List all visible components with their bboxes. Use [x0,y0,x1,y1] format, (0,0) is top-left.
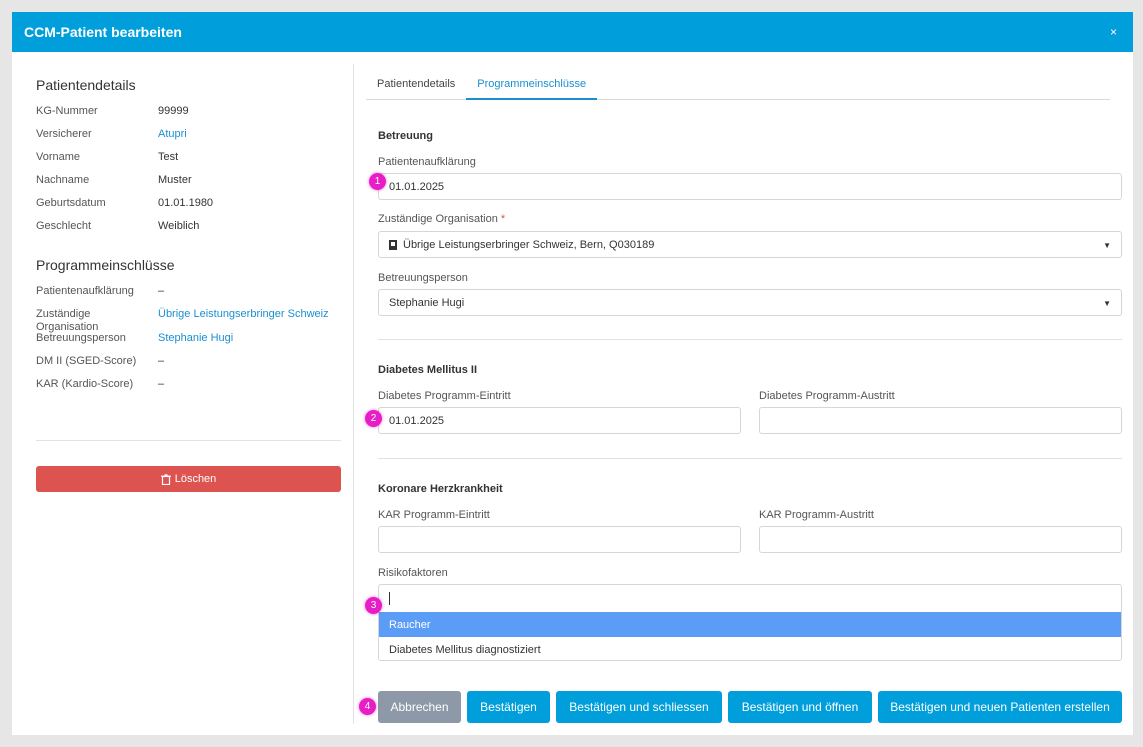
program-row: DM II (SGED-Score) – [36,355,341,368]
detail-value: 99999 [158,105,189,117]
column-divider [353,64,354,724]
detail-row: Versicherer Atupri [36,128,341,141]
dm-exit-label: Diabetes Programm-Austritt [759,390,895,402]
risk-option-diabetes[interactable]: Diabetes Mellitus diagnostiziert [379,637,1121,660]
program-row: KAR (Kardio-Score) – [36,378,341,391]
annotation-marker: 1 [369,173,386,190]
aufklaerung-value: 01.01.2025 [389,180,445,193]
detail-key: Vorname [36,151,81,163]
cancel-button[interactable]: Abbrechen [378,691,461,723]
caregiver-select[interactable]: Stephanie Hugi ▼ [378,289,1122,316]
tab-bar: Patientendetails Programmeinschlüsse [366,64,1110,100]
chevron-down-icon: ▼ [1103,299,1111,308]
risk-search-input[interactable] [379,585,1121,612]
confirm-button[interactable]: Bestätigen [467,691,550,723]
program-key: Patientenaufklärung [36,285,134,297]
organisation-link[interactable]: Übrige Leistungserbringer Schweiz [158,308,341,334]
patient-details-list: KG-Nummer 99999 Versicherer Atupri Vorname… [36,105,341,233]
dm-exit-date-input[interactable] [759,407,1122,434]
risk-option-raucher[interactable]: Raucher [379,612,1121,637]
text-cursor [389,592,390,605]
insurer-link[interactable]: Atupri [158,128,341,141]
building-icon [389,239,397,250]
detail-key: Nachname [36,174,90,186]
betreuung-title: Betreuung [378,130,433,142]
patient-details-title: Patientendetails [36,77,136,93]
program-row: Patientenaufklärung – [36,285,341,298]
modal-header: CCM-Patient bearbeiten × [12,12,1133,52]
detail-value: 01.01.1980 [158,197,214,209]
program-row: Zuständige Organisation Übrige Leistungse… [36,308,341,334]
detail-row: Geschlecht Weiblich [36,220,341,233]
program-value: – [158,355,165,367]
program-key: DM II (SGED-Score) [36,355,137,367]
program-value: – [158,285,165,297]
detail-value: Weiblich [158,220,200,232]
kar-exit-label: KAR Programm-Austritt [759,509,874,521]
risk-label: Risikofaktoren [378,567,448,579]
annotation-marker: 2 [365,410,382,427]
caregiver-value: Stephanie Hugi [389,296,465,309]
detail-row: Nachname Muster [36,174,341,187]
detail-key: Versicherer [36,128,92,140]
edit-patient-modal: CCM-Patient bearbeiten × Patientendetail… [12,12,1133,735]
program-key: Zuständige Organisation [36,308,99,333]
close-icon[interactable]: × [1106,25,1121,39]
program-key: KAR (Kardio-Score) [36,378,134,390]
organisation-label: Zuständige Organisation * [378,213,506,225]
detail-row: Geburtsdatum 01.01.1980 [36,197,341,210]
annotation-marker: 3 [365,597,382,614]
left-divider [36,440,341,441]
delete-button[interactable]: Löschen [36,466,341,492]
detail-key: Geburtsdatum [36,197,106,209]
program-row: Betreuungsperson Stephanie Hugi [36,332,341,345]
program-value: – [158,378,165,390]
delete-label: Löschen [174,473,217,485]
risk-factors-multiselect[interactable]: Raucher Diabetes Mellitus diagnostiziert [378,584,1122,661]
kar-exit-date-input[interactable] [759,526,1122,553]
section-divider [378,458,1122,459]
detail-row: Vorname Test [36,151,341,164]
dm-entry-value: 01.01.2025 [389,414,445,427]
kar-title: Koronare Herzkrankheit [378,483,503,495]
person-label: Betreuungsperson [378,272,468,284]
detail-row: KG-Nummer 99999 [36,105,341,118]
left-panel: Patientendetails KG-Nummer 99999 Versiche… [36,64,341,492]
dm-entry-label: Diabetes Programm-Eintritt [378,390,511,402]
diabetes-title: Diabetes Mellitus II [378,364,478,376]
aufklaerung-date-input[interactable]: 01.01.2025 [378,173,1122,200]
tab-programmeinschluesse[interactable]: Programmeinschlüsse [466,64,598,100]
right-panel: Patientendetails Programmeinschlüsse Bet… [359,64,1122,723]
program-key: Betreuungsperson [36,332,126,344]
annotation-marker: 4 [359,698,376,715]
programs-title: Programmeinschlüsse [36,257,175,273]
modal-title: CCM-Patient bearbeiten [24,24,182,40]
section-divider [378,339,1122,340]
detail-key: Geschlecht [36,220,92,232]
chevron-down-icon: ▼ [1103,241,1111,250]
confirm-new-patient-button[interactable]: Bestätigen und neuen Patienten erstellen [878,691,1122,723]
detail-value: Muster [158,174,192,186]
aufklaerung-label: Patientenaufklärung [378,156,476,168]
required-marker: * [500,213,506,225]
detail-value: Test [158,151,179,163]
confirm-close-button[interactable]: Bestätigen und schliessen [556,691,722,723]
trash-icon [160,473,171,485]
kar-entry-date-input[interactable] [378,526,741,553]
tab-patientendetails[interactable]: Patientendetails [366,64,466,100]
organisation-value: Übrige Leistungserbringer Schweiz, Bern,… [403,238,655,251]
programs-list: Patientenaufklärung – Zuständige Organisa… [36,285,341,391]
kar-entry-label: KAR Programm-Eintritt [378,509,490,521]
caregiver-link[interactable]: Stephanie Hugi [158,332,341,345]
dm-entry-date-input[interactable]: 01.01.2025 [378,407,741,434]
confirm-open-button[interactable]: Bestätigen und öffnen [728,691,872,723]
organisation-select[interactable]: Übrige Leistungserbringer Schweiz, Bern,… [378,231,1122,258]
detail-key: KG-Nummer [36,105,98,117]
